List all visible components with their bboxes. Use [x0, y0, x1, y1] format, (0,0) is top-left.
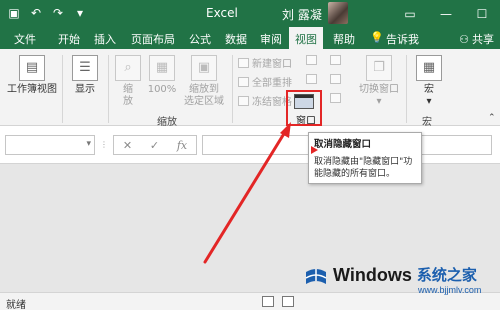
normal-view-icon[interactable] — [262, 296, 274, 307]
watermark: Windows 系统之家 — [304, 264, 477, 286]
watermark-site: 系统之家 — [416, 265, 477, 284]
watermark-brand: Windows — [333, 264, 412, 285]
view-switcher — [262, 296, 294, 307]
page-layout-view-icon[interactable] — [282, 296, 294, 307]
watermark-url: www.bjjmlv.com — [418, 285, 482, 295]
windows-logo-icon — [305, 269, 327, 284]
status-text: 就绪 — [6, 300, 26, 310]
